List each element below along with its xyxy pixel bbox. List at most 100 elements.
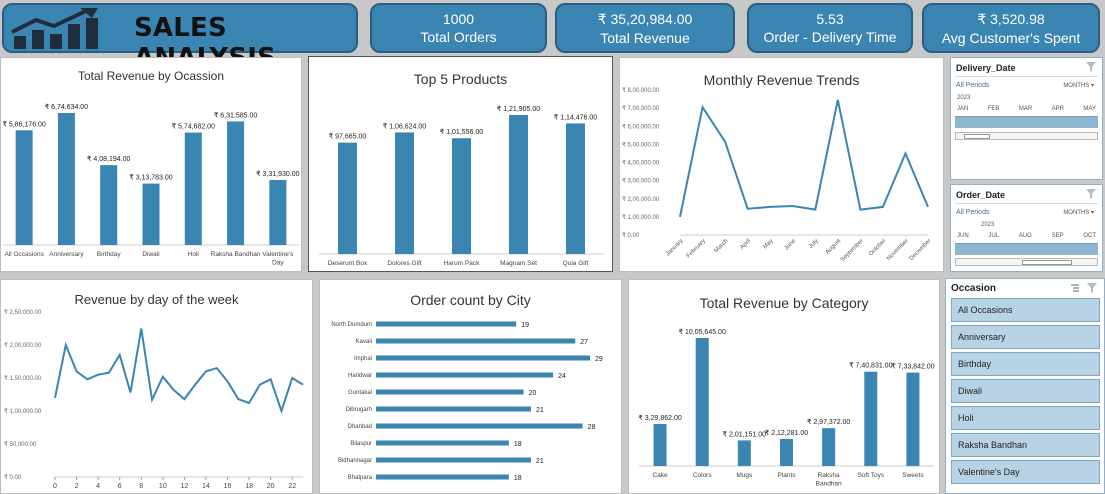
- data-label: ₹ 1,06,624.00: [383, 122, 426, 130]
- timeline-month[interactable]: APR: [1052, 106, 1064, 112]
- timeline-month[interactable]: JAN: [957, 106, 968, 112]
- y-tick-label: ₹ 1,50,000.00: [4, 375, 42, 382]
- data-label: ₹ 1,14,476.00: [554, 113, 597, 121]
- bar: [376, 406, 531, 412]
- clear-filter-icon[interactable]: [1086, 62, 1096, 72]
- timeline-month[interactable]: AUG: [1019, 233, 1032, 239]
- occasion-item[interactable]: Valentine's Day: [951, 460, 1100, 484]
- timeline-scrollbar[interactable]: [955, 258, 1098, 266]
- x-tick-label: 22: [288, 483, 296, 490]
- bar: [57, 113, 75, 245]
- y-tick-label: ₹ 4,00,000.00: [622, 160, 660, 167]
- bar: [227, 121, 245, 245]
- x-tick-label: 2: [75, 483, 79, 490]
- slicer-delivery-date[interactable]: Delivery_Date All Periods MONTHS ▾ 2023 …: [950, 57, 1103, 180]
- category-label: Cake: [652, 472, 668, 479]
- category-label: Magnam Set: [500, 260, 537, 267]
- occasion-item[interactable]: All Occasions: [951, 298, 1100, 322]
- data-label: ₹ 2,12,281.00: [765, 429, 808, 437]
- timeline-months: JUN JUL AUG SEP OCT: [955, 233, 1098, 239]
- chart-occasion-card[interactable]: Total Revenue by Ocassion ₹ 5,86,176.00 A…: [0, 57, 302, 272]
- timeline-month[interactable]: JUN: [957, 233, 969, 239]
- bar: [780, 438, 793, 466]
- bar: [452, 138, 471, 254]
- clear-filter-icon[interactable]: [1087, 283, 1097, 293]
- data-label: 28: [588, 424, 596, 431]
- y-tick-label: ₹ 1,00,000.00: [622, 214, 660, 221]
- timeline-months: JAN FEB MAR APR MAY: [955, 106, 1098, 112]
- data-label: ₹ 10,05,645.00: [679, 328, 726, 336]
- data-label: 27: [580, 339, 588, 346]
- data-label: 21: [536, 458, 544, 465]
- data-label: ₹ 2,97,372.00: [807, 418, 850, 426]
- category-label: Bhatpara: [348, 475, 373, 481]
- occasion-item[interactable]: Anniversary: [951, 325, 1100, 349]
- chart-products-card[interactable]: Top 5 Products ₹ 97,665.00 Deserunt Box ₹ …: [308, 56, 613, 272]
- period-selector[interactable]: All Periods: [956, 82, 989, 89]
- category-label: Anniversary: [49, 251, 84, 258]
- data-label: 19: [521, 322, 529, 329]
- year-label: 2023: [981, 222, 995, 228]
- timeline-month[interactable]: OCT: [1083, 233, 1096, 239]
- category-label: Haridwar: [348, 373, 372, 379]
- chart-weekday-card[interactable]: Revenue by day of the week ₹ 0.00 ₹ 50,00…: [0, 279, 313, 494]
- category-label: All Occasions: [4, 251, 44, 258]
- timeline-month[interactable]: FEB: [988, 106, 1000, 112]
- bar: [376, 440, 509, 446]
- period-selector[interactable]: All Periods: [956, 209, 989, 216]
- category-label: Raksha: [818, 472, 840, 479]
- time-level-label: MONTHS: [1063, 210, 1090, 216]
- data-label: ₹ 3,31,930.00: [256, 170, 299, 178]
- data-label: 18: [514, 475, 522, 482]
- year-label: 2023: [957, 95, 971, 101]
- time-level-dropdown[interactable]: MONTHS ▾: [1063, 209, 1094, 216]
- x-tick-label: 18: [245, 483, 253, 490]
- x-tick-label: 4: [96, 483, 100, 490]
- scroll-thumb[interactable]: [964, 134, 990, 139]
- bar: [376, 355, 590, 361]
- category-label: Dolores Gift: [387, 260, 422, 267]
- scroll-thumb[interactable]: [1022, 260, 1072, 265]
- bar: [142, 183, 160, 245]
- kpi-value: ₹ 3,520.98: [977, 11, 1045, 27]
- chart-category-card[interactable]: Total Revenue by Category ₹ 3,29,862.00 C…: [628, 279, 940, 494]
- timeline-month[interactable]: MAR: [1019, 106, 1032, 112]
- timeline-month[interactable]: SEP: [1052, 233, 1064, 239]
- timeline-month[interactable]: JUL: [988, 233, 999, 239]
- category-label: Valentine's: [262, 251, 294, 258]
- series-line: [679, 99, 929, 218]
- x-tick-label: November: [886, 238, 910, 262]
- time-level-dropdown[interactable]: MONTHS ▾: [1063, 82, 1094, 89]
- x-tick-label: December: [909, 238, 933, 262]
- bar: [822, 428, 836, 466]
- monthly-line-chart: ₹ 0.00 ₹ 1,00,000.00 ₹ 2,00,000.00 ₹ 3,00,0…: [622, 87, 933, 263]
- x-tick-label: May: [762, 238, 774, 250]
- bar: [15, 130, 33, 245]
- category-label: Mugs: [736, 472, 753, 479]
- category-label: Raksha Bandhan: [211, 251, 261, 258]
- occasion-item[interactable]: Raksha Bandhan: [951, 433, 1100, 457]
- data-label: 29: [595, 356, 603, 363]
- y-tick-label: ₹ 0.00: [622, 232, 640, 239]
- chart-city-card[interactable]: Order count by City North Dumdum 19 Kavali…: [319, 279, 622, 494]
- timeline-month[interactable]: MAY: [1083, 106, 1096, 112]
- bar: [737, 440, 751, 466]
- clear-filter-icon[interactable]: [1086, 189, 1096, 199]
- occasion-item[interactable]: Diwali: [951, 379, 1100, 403]
- timeline-scrollbar[interactable]: [955, 132, 1098, 140]
- category-label: Kavali: [356, 339, 372, 345]
- bar: [695, 338, 709, 466]
- timeline-band[interactable]: [955, 116, 1098, 128]
- divider: [955, 76, 1098, 77]
- kpi-value: 1000: [442, 11, 475, 27]
- occasion-item[interactable]: Holi: [951, 406, 1100, 430]
- slicer-occasion[interactable]: Occasion All Occasions Anniversary Birth…: [945, 278, 1105, 494]
- timeline-band[interactable]: [955, 243, 1098, 255]
- kpi-label: Avg Customer's Spent: [941, 30, 1081, 46]
- chart-monthly-card[interactable]: Monthly Revenue Trends ₹ 0.00 ₹ 1,00,000.…: [619, 57, 944, 272]
- bar: [100, 165, 118, 245]
- multi-select-icon[interactable]: [1070, 283, 1080, 293]
- x-tick-label: 16: [224, 483, 232, 490]
- slicer-order-date[interactable]: Order_Date All Periods MONTHS ▾ 2023 JUN…: [950, 184, 1103, 272]
- occasion-item[interactable]: Birthday: [951, 352, 1100, 376]
